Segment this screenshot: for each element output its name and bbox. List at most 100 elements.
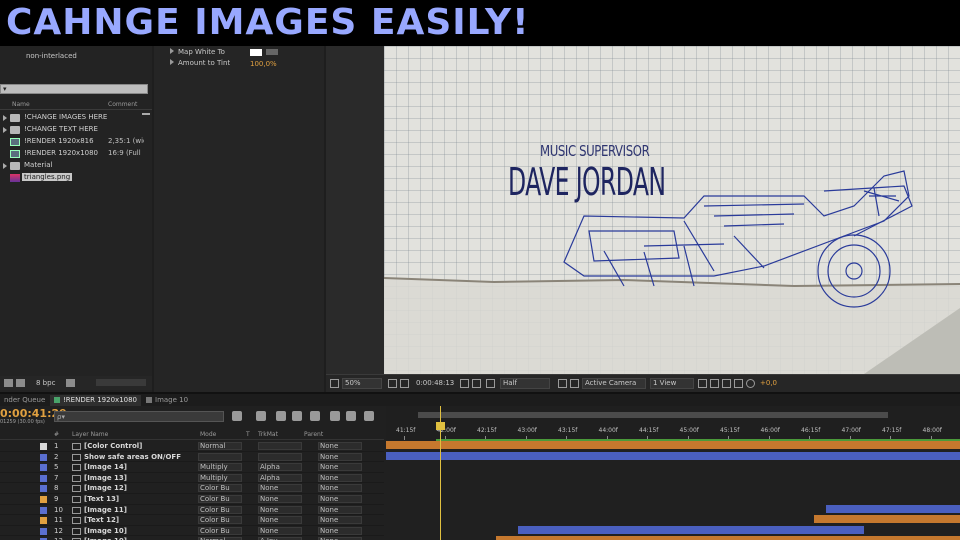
- layer-label-color[interactable]: [40, 527, 47, 535]
- playhead-handle[interactable]: [436, 422, 445, 430]
- transparency-grid-icon[interactable]: [570, 379, 579, 388]
- col-mode[interactable]: Mode: [200, 431, 216, 438]
- mask-icon[interactable]: [400, 379, 409, 388]
- draft-3d-icon[interactable]: [276, 411, 286, 421]
- fx-map-white-row[interactable]: Map White To: [170, 48, 225, 56]
- graph-editor-icon[interactable]: [364, 411, 374, 421]
- fast-preview-icon[interactable]: [710, 379, 719, 388]
- layer-duration-bar[interactable]: [386, 451, 960, 460]
- col-layer-name[interactable]: Layer Name: [72, 431, 108, 438]
- layer-row[interactable]: 9 [Text 13] Color Bu None None: [0, 494, 384, 505]
- frame-blending-icon[interactable]: [310, 411, 320, 421]
- fx-amount-row[interactable]: Amount to Tint: [170, 59, 230, 67]
- layer-row[interactable]: 2 Show safe areas ON/OFF None: [0, 452, 384, 463]
- project-item[interactable]: !CHANGE IMAGES HERE: [0, 112, 152, 124]
- brainstorm-icon[interactable]: [346, 411, 356, 421]
- grid-icon[interactable]: [388, 379, 397, 388]
- tab-image-10[interactable]: Image 10: [142, 395, 192, 406]
- composition-mini-flowchart-icon[interactable]: [232, 411, 242, 421]
- project-item[interactable]: !RENDER 1920x816 2,35:1 (wid: [0, 136, 152, 148]
- project-item[interactable]: !RENDER 1920x1080 16:9 (Full: [0, 148, 152, 160]
- layer-label-color[interactable]: [40, 474, 47, 482]
- col-comment[interactable]: Comment: [108, 101, 137, 108]
- tab-render-queue[interactable]: nder Queue: [0, 395, 49, 406]
- layer-row[interactable]: 5 [Image 14] Multiply Alpha None: [0, 462, 384, 473]
- col-parent[interactable]: Parent: [304, 431, 323, 438]
- layer-row[interactable]: 13[Image 10]NormalA.InvNone: [0, 536, 384, 540]
- color-channel-icon[interactable]: [472, 379, 481, 388]
- layer-name[interactable]: [Color Control]: [84, 442, 142, 450]
- expand-icon[interactable]: [3, 127, 7, 133]
- expand-icon[interactable]: [170, 48, 174, 54]
- composition-canvas[interactable]: MUSIC SUPERVISOR DAVE JORDAN: [384, 46, 960, 374]
- viewer-timecode[interactable]: 0:00:48:13: [416, 379, 454, 387]
- expand-icon[interactable]: [170, 59, 174, 65]
- layer-name[interactable]: [Image 11]: [84, 506, 127, 514]
- toggle-pixel-aspect-icon[interactable]: [698, 379, 707, 388]
- col-name[interactable]: Name: [12, 101, 30, 108]
- live-update-icon[interactable]: [256, 411, 266, 421]
- layer-name[interactable]: [Text 12]: [84, 516, 119, 524]
- project-item[interactable]: triangles.png: [0, 172, 152, 184]
- time-ruler[interactable]: 41:15f 42:00f 42:15f 43:00f 43:15f 44:00f 44:1…: [386, 406, 960, 440]
- project-search-input[interactable]: ▾: [0, 84, 148, 94]
- project-scrollbar[interactable]: [96, 379, 146, 386]
- region-of-interest-icon[interactable]: [558, 379, 567, 388]
- layer-name[interactable]: [Image 13]: [84, 474, 127, 482]
- interpret-footage-icon[interactable]: [4, 379, 13, 387]
- white-color-swatch[interactable]: [250, 49, 262, 56]
- new-folder-icon[interactable]: [16, 379, 25, 387]
- layer-name[interactable]: [Image 14]: [84, 463, 127, 471]
- project-panel: non-interlaced ▾ Name Comment !CHANGE IM…: [0, 46, 152, 392]
- layer-label-color[interactable]: [40, 443, 47, 450]
- layer-row[interactable]: 1 [Color Control] Normal None: [0, 441, 384, 452]
- layer-mode-dropdown[interactable]: [198, 452, 242, 461]
- channel-dropdown-icon[interactable]: [486, 379, 495, 388]
- layer-mode: Normal: [200, 442, 226, 450]
- project-item[interactable]: Material: [0, 160, 152, 172]
- layer-duration-bar[interactable]: [496, 536, 960, 540]
- trash-icon[interactable]: [66, 379, 75, 387]
- always-preview-icon[interactable]: [330, 379, 339, 388]
- layer-name[interactable]: Show safe areas ON/OFF: [84, 453, 181, 461]
- amount-to-tint-value[interactable]: 100,0%: [250, 60, 277, 68]
- expand-icon[interactable]: [3, 163, 7, 169]
- motion-blur-icon[interactable]: [330, 411, 340, 421]
- layer-trkmat-dropdown[interactable]: [258, 452, 302, 461]
- layer-row[interactable]: 8 [Image 12] Color Bu None None: [0, 483, 384, 494]
- layer-duration-bar[interactable]: [518, 525, 864, 534]
- layer-row[interactable]: 11 [Text 12] Color Bu None None: [0, 515, 384, 526]
- exposure-icon[interactable]: [746, 379, 755, 388]
- work-area-bar[interactable]: [418, 412, 888, 418]
- layer-label-color[interactable]: [40, 517, 47, 525]
- timeline-icon[interactable]: [722, 379, 731, 388]
- bit-depth-button[interactable]: 8 bpc: [36, 379, 55, 387]
- layer-label-color[interactable]: [40, 453, 47, 461]
- eyedropper-icon[interactable]: [266, 49, 278, 55]
- exposure-value[interactable]: +0,0: [760, 379, 777, 387]
- flowchart-icon[interactable]: [734, 379, 743, 388]
- layer-label-color[interactable]: [40, 496, 47, 503]
- layer-label-color[interactable]: [40, 506, 47, 514]
- layer-duration-bar[interactable]: [826, 504, 960, 513]
- project-item[interactable]: !CHANGE TEXT HERE: [0, 124, 152, 136]
- layer-name[interactable]: [Image 10]: [84, 527, 127, 535]
- layer-row[interactable]: 7 [Image 13] Multiply Alpha None: [0, 473, 384, 484]
- layer-row[interactable]: 10 [Image 11] Color Bu None None: [0, 505, 384, 516]
- layer-duration-bar[interactable]: [814, 515, 960, 524]
- hide-shy-layers-icon[interactable]: [292, 411, 302, 421]
- layer-name[interactable]: [Text 13]: [84, 495, 119, 503]
- layer-duration-bar[interactable]: [386, 441, 960, 449]
- layer-search-input[interactable]: ρ▾: [54, 411, 224, 422]
- layer-row[interactable]: 12 [Image 10] Color Bu None None: [0, 526, 384, 537]
- layer-label-color[interactable]: [40, 464, 47, 472]
- snapshot-icon[interactable]: [460, 379, 469, 388]
- tab-render-comp[interactable]: !RENDER 1920x1080: [50, 395, 142, 406]
- subtitle-text[interactable]: MUSIC SUPERVISOR: [540, 142, 650, 160]
- layer-label-color[interactable]: [40, 485, 47, 493]
- name-text[interactable]: DAVE JORDAN: [508, 160, 666, 204]
- layer-name[interactable]: [Image 12]: [84, 484, 127, 492]
- expand-icon[interactable]: [3, 115, 7, 121]
- col-trkmat[interactable]: TrkMat: [258, 431, 278, 438]
- layer-trkmat-dropdown[interactable]: [258, 442, 302, 450]
